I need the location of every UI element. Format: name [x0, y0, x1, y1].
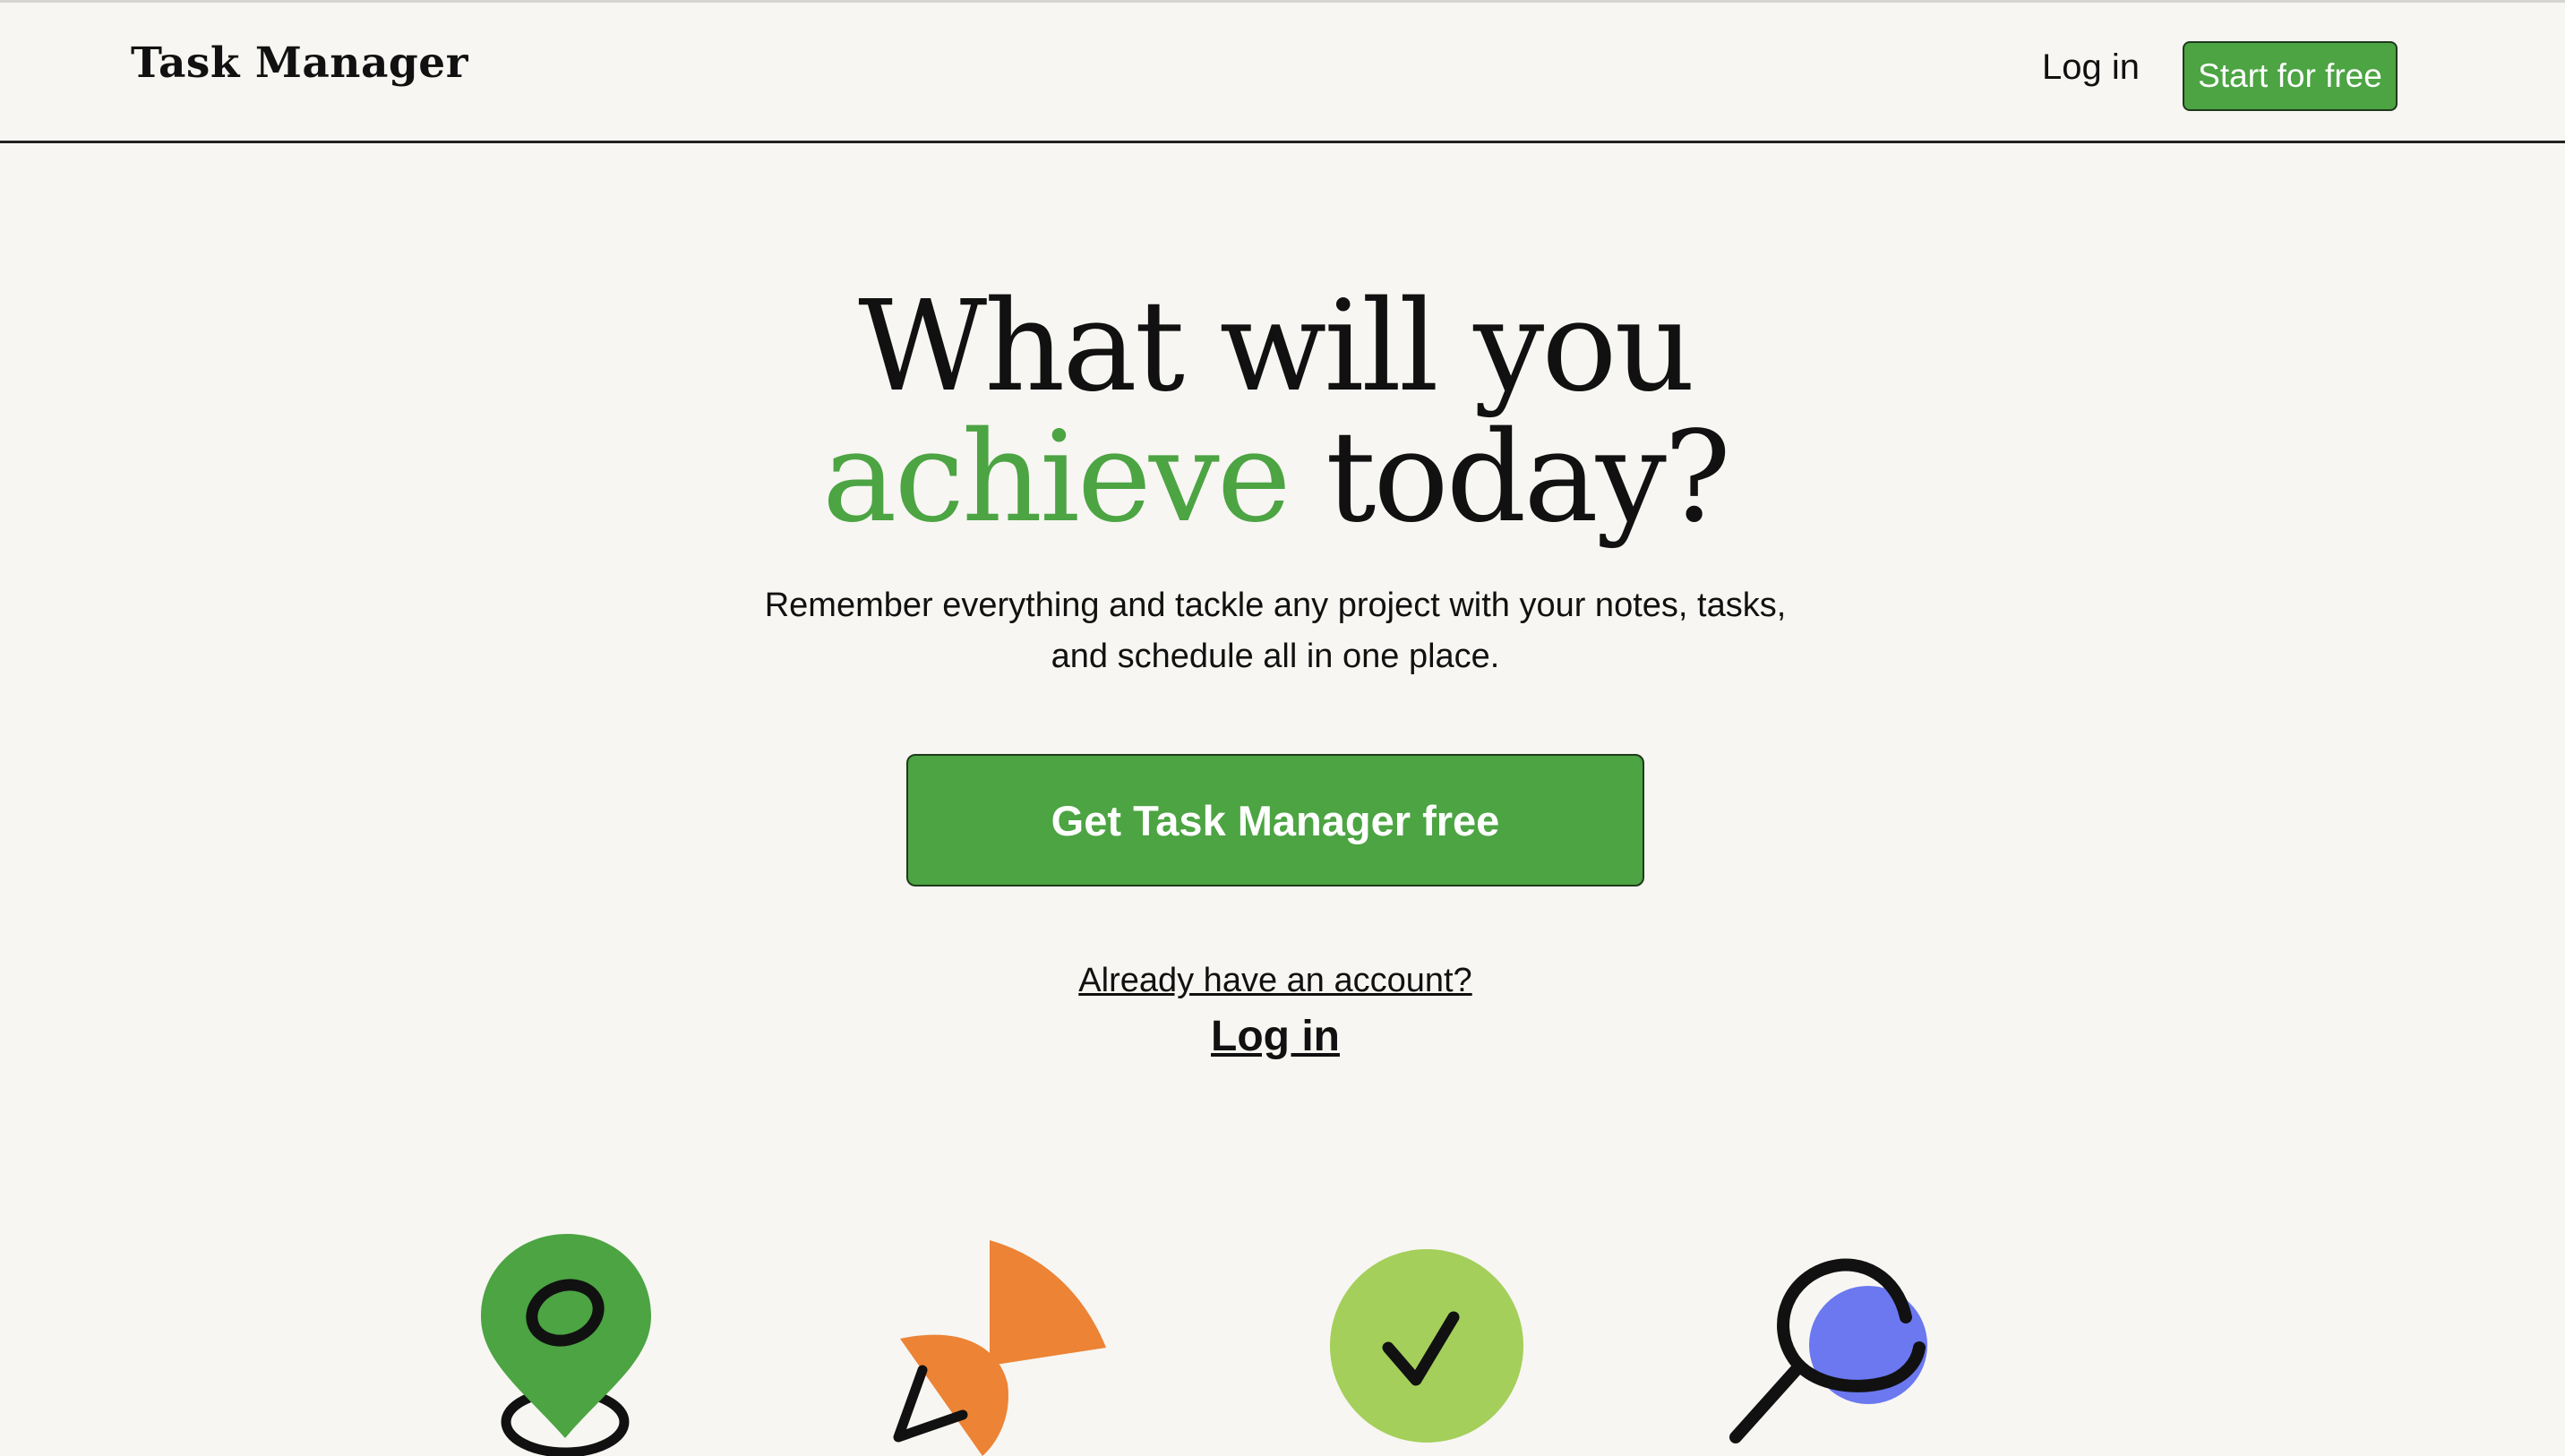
- hero-title-accent: achieve: [822, 405, 1291, 551]
- top-navigation-bar: Task Manager Log in Start for free: [0, 0, 2565, 143]
- hero-title-line1: What will you: [858, 274, 1694, 420]
- hero-subtitle-line1: Remember everything and tackle any proje…: [764, 587, 1787, 624]
- paper-plane-icon: [893, 1240, 1106, 1456]
- already-have-account-link[interactable]: Already have an account?: [0, 962, 2551, 1000]
- checkmark-circle-icon: [1330, 1249, 1523, 1443]
- start-for-free-button[interactable]: Start for free: [2183, 41, 2398, 111]
- hero-subtitle-line2: and schedule all in one place.: [1051, 638, 1500, 675]
- brand-logo[interactable]: Task Manager: [131, 39, 468, 88]
- get-task-manager-button[interactable]: Get Task Manager free: [906, 754, 1644, 886]
- hero-login-link[interactable]: Log in: [0, 1012, 2551, 1061]
- location-pin-icon: [481, 1234, 651, 1456]
- hero-title: What will you achieve today?: [0, 282, 2551, 544]
- hero-title-rest: today?: [1288, 405, 1731, 551]
- nav-login-link[interactable]: Log in: [2042, 47, 2140, 88]
- hero-subtitle: Remember everything and tackle any proje…: [0, 580, 2551, 682]
- magnifier-icon: [1729, 1258, 1927, 1443]
